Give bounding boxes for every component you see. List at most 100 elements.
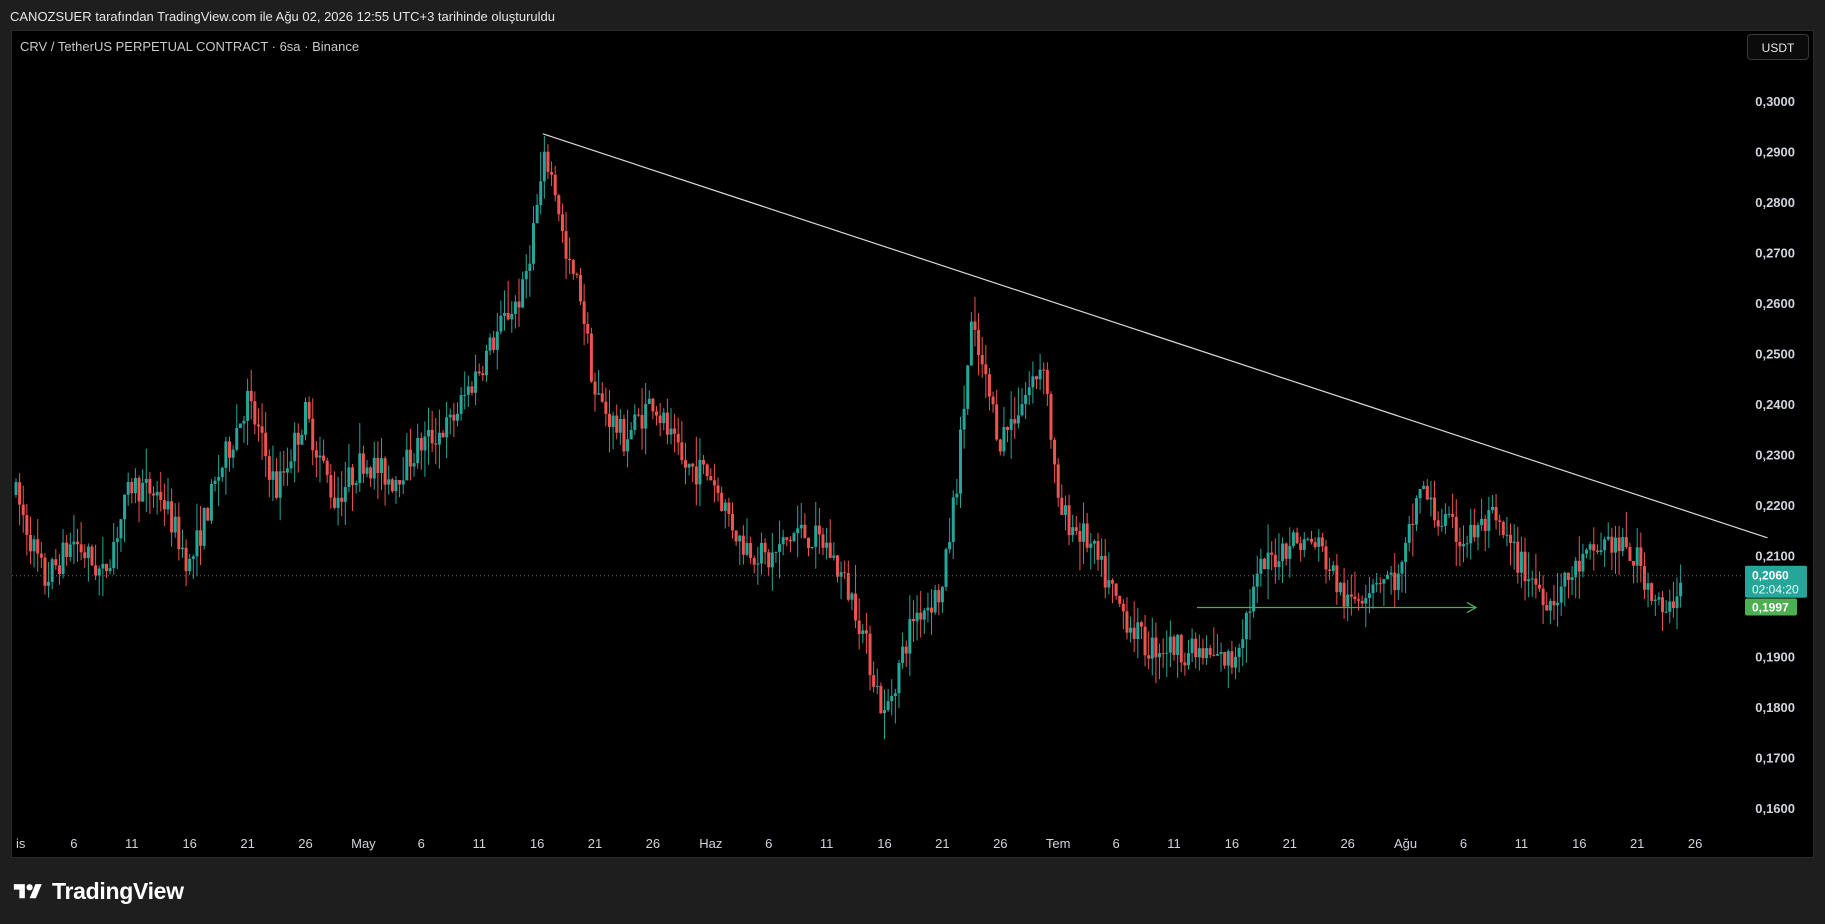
candle-body xyxy=(1458,541,1462,547)
candle-body xyxy=(1234,656,1238,668)
candle-body xyxy=(307,402,311,419)
x-tick-label: 11 xyxy=(1515,836,1529,851)
candle-body xyxy=(832,555,836,558)
candle-body xyxy=(481,373,485,376)
candle-body xyxy=(1306,538,1310,540)
candle-body xyxy=(1270,552,1274,555)
candle-body xyxy=(1045,369,1049,394)
candle-body xyxy=(1436,520,1440,527)
x-tick-label: 6 xyxy=(418,836,425,851)
candle-body xyxy=(752,558,756,565)
candle-body xyxy=(1414,498,1418,525)
candle-body xyxy=(1118,595,1122,604)
symbol-title[interactable]: CRV / TetherUS PERPETUAL CONTRACT · 6sa … xyxy=(20,39,359,54)
candle-body xyxy=(524,270,528,280)
candle-body xyxy=(513,301,517,314)
candle-body xyxy=(1096,540,1100,560)
candle-body xyxy=(275,471,279,498)
candle-body xyxy=(1429,497,1433,500)
candle-body xyxy=(1125,611,1129,633)
candle-body xyxy=(1150,637,1154,659)
y-tick-label: 0,2200 xyxy=(1755,498,1795,513)
candle-body xyxy=(539,181,543,206)
candle-body xyxy=(224,441,228,468)
candle-body xyxy=(1208,648,1212,655)
candle-body xyxy=(1219,652,1223,654)
tradingview-logo-icon xyxy=(13,883,42,898)
candle-body xyxy=(1559,586,1563,603)
candle-body xyxy=(249,390,253,402)
candle-body xyxy=(579,275,583,302)
candle-body xyxy=(1487,510,1491,531)
candle-body xyxy=(452,414,456,421)
candle-body xyxy=(1266,552,1270,570)
candle-body xyxy=(1194,638,1198,658)
candle-body xyxy=(702,459,706,465)
candle-body xyxy=(466,386,470,395)
candle-body xyxy=(1092,540,1096,544)
x-tick-label: 21 xyxy=(1283,836,1297,851)
candle-body xyxy=(1129,627,1133,633)
candle-body xyxy=(738,535,742,542)
candle-body xyxy=(629,429,633,440)
candle-body xyxy=(1621,537,1625,552)
candle-body xyxy=(213,480,217,484)
candle-body xyxy=(1324,546,1328,570)
candle-body xyxy=(484,350,488,376)
y-tick-label: 0,2100 xyxy=(1755,549,1795,564)
brand[interactable]: TradingView xyxy=(12,878,184,905)
candle-body xyxy=(1588,544,1592,550)
candle-body xyxy=(1241,639,1245,648)
candle-body xyxy=(434,443,438,445)
candle-body xyxy=(1085,523,1089,548)
candle-body xyxy=(32,539,36,552)
candle-body xyxy=(1197,648,1201,658)
candle-body xyxy=(1389,572,1393,575)
x-tick-label: 11 xyxy=(820,836,834,851)
candle-body xyxy=(1501,521,1505,536)
candle-body xyxy=(586,323,590,334)
x-tick-label: 6 xyxy=(1460,836,1467,851)
candle-body xyxy=(763,542,767,553)
candle-body xyxy=(531,223,535,264)
candle-body xyxy=(1635,547,1639,566)
candle-body xyxy=(1284,543,1288,559)
candle-body xyxy=(611,415,615,428)
candle-body xyxy=(694,466,698,485)
candle-body xyxy=(318,455,322,458)
candle-body xyxy=(517,301,521,308)
candle-body xyxy=(647,398,651,404)
candle-body xyxy=(68,544,72,558)
candle-body xyxy=(361,453,365,474)
candle-body xyxy=(141,482,145,502)
candle-body xyxy=(662,412,666,424)
y-tick-label: 0,1600 xyxy=(1755,801,1795,816)
candle-body xyxy=(872,675,876,687)
candle-body xyxy=(604,401,608,414)
candle-body xyxy=(332,497,336,508)
candle-body xyxy=(673,428,677,434)
currency-button[interactable]: USDT xyxy=(1747,34,1809,60)
candle-body xyxy=(546,151,550,172)
candle-body xyxy=(1353,596,1357,600)
candle-body xyxy=(550,171,554,175)
candlestick-chart[interactable]: is 6 11 16 21 26 May 6 11 16 21 26 Haz 6 11 16 21 26 Tem 6 1… xyxy=(0,0,1825,924)
candle-body xyxy=(416,437,420,464)
y-tick-label: 0,2400 xyxy=(1755,397,1795,412)
candle-body xyxy=(1143,626,1147,656)
candle-body xyxy=(1411,523,1415,525)
candle-body xyxy=(1624,537,1628,548)
candle-body xyxy=(1082,523,1086,542)
candle-body xyxy=(774,551,778,553)
candle-body xyxy=(1375,583,1379,585)
candle-body xyxy=(278,471,282,498)
candle-body xyxy=(14,482,18,495)
candle-body xyxy=(1121,603,1125,612)
candle-body xyxy=(879,685,883,714)
candle-body xyxy=(727,502,731,514)
candle-body xyxy=(1060,497,1064,515)
candle-body xyxy=(1042,369,1046,371)
candle-body xyxy=(314,450,318,458)
candle-body xyxy=(54,559,58,566)
candle-body xyxy=(65,542,69,558)
